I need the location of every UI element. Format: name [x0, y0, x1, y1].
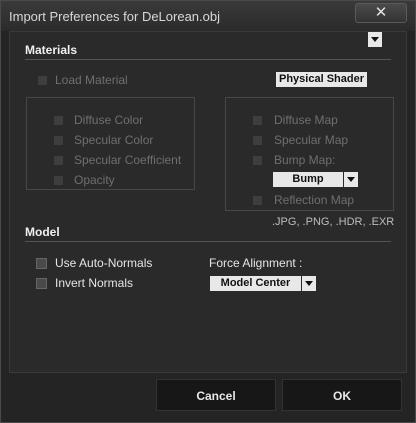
force-alignment-value: Model Center: [220, 277, 291, 289]
color-properties-group: Diffuse Color Specular Color Specular Co…: [26, 97, 195, 190]
use-auto-normals-label: Use Auto-Normals: [55, 256, 153, 270]
force-alignment-dropdown[interactable]: Model Center: [210, 276, 301, 291]
opacity-checkbox[interactable]: [53, 175, 64, 186]
diffuse-color-label: Diffuse Color: [74, 113, 144, 127]
invert-normals-label: Invert Normals: [55, 276, 134, 290]
specular-coefficient-label: Specular Coefficient: [74, 153, 182, 167]
import-preferences-dialog: Import Preferences for DeLorean.obj ✕ Ma…: [0, 0, 416, 423]
load-material-checkbox[interactable]: [37, 75, 48, 86]
shader-dropdown-arrow[interactable]: [367, 32, 382, 47]
supported-formats-text: .JPG, .PNG, .HDR, .EXR: [272, 216, 395, 228]
opacity-label: Opacity: [74, 173, 115, 187]
ok-button[interactable]: OK: [282, 379, 402, 411]
specular-coefficient-checkbox[interactable]: [53, 155, 64, 166]
bump-map-checkbox[interactable]: [252, 155, 263, 166]
diffuse-map-checkbox[interactable]: [252, 115, 263, 126]
materials-section-title: Materials: [25, 43, 78, 57]
cancel-button[interactable]: Cancel: [156, 379, 276, 411]
window-title: Import Preferences for DeLorean.obj: [9, 9, 220, 24]
specular-color-label: Specular Color: [74, 133, 154, 147]
model-section-title: Model: [25, 225, 60, 239]
specular-map-checkbox[interactable]: [252, 135, 263, 146]
diffuse-map-label: Diffuse Map: [274, 113, 338, 127]
specular-map-label: Specular Map: [274, 133, 349, 147]
specular-color-checkbox[interactable]: [53, 135, 64, 146]
shader-dropdown[interactable]: Physical Shader: [276, 72, 367, 87]
reflection-map-label: Reflection Map: [274, 193, 355, 207]
shader-dropdown-value: Physical Shader: [279, 73, 364, 85]
bump-dropdown[interactable]: Bump: [273, 172, 343, 187]
model-divider: [25, 241, 391, 242]
diffuse-color-checkbox[interactable]: [53, 115, 64, 126]
bump-dropdown-value: Bump: [292, 173, 324, 185]
load-material-label: Load Material: [55, 73, 128, 87]
close-icon: ✕: [374, 3, 388, 21]
invert-normals-checkbox[interactable]: [36, 278, 47, 289]
use-auto-normals-checkbox[interactable]: [36, 258, 47, 269]
bump-map-label: Bump Map:: [274, 153, 336, 167]
close-button[interactable]: ✕: [355, 3, 407, 23]
bump-dropdown-arrow[interactable]: [343, 172, 358, 187]
materials-divider: [25, 59, 391, 60]
reflection-map-checkbox[interactable]: [252, 195, 263, 206]
title-bar: Import Preferences for DeLorean.obj ✕: [1, 1, 415, 31]
dialog-content: Materials Load Material Physical Shader …: [9, 31, 407, 373]
map-properties-group: Diffuse Map Specular Map Bump Map: Bump …: [225, 97, 394, 211]
force-alignment-label: Force Alignment :: [209, 256, 303, 270]
force-alignment-dropdown-arrow[interactable]: [301, 276, 316, 291]
